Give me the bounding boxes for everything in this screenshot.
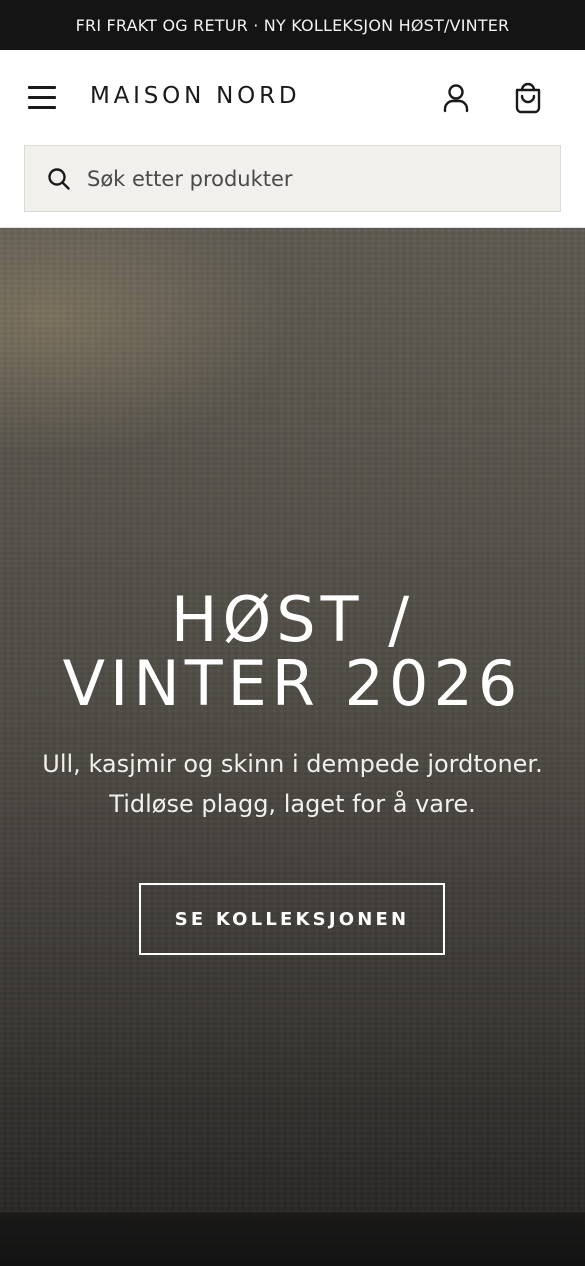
shopping-bag-icon (515, 82, 541, 114)
hero-subtitle-line-2: Tidløse plagg, laget for å vare. (109, 790, 476, 818)
hero-title-line-2: VINTER 2026 (62, 647, 523, 720)
account-button[interactable] (436, 78, 476, 118)
next-section-preview (0, 1212, 585, 1266)
hero-title: HØST / VINTER 2026 (0, 588, 585, 716)
hero-title-line-1: HØST / (170, 583, 415, 656)
hero-subtitle: Ull, kasjmir og skinn i dempede jordtone… (0, 744, 585, 824)
hamburger-line (28, 105, 56, 109)
user-icon (443, 84, 469, 113)
see-collection-button[interactable]: SE KOLLEKSJONEN (139, 883, 445, 955)
hero-banner: HØST / VINTER 2026 Ull, kasjmir og skinn… (0, 228, 585, 1212)
search-bar (24, 145, 561, 212)
cart-button[interactable] (508, 78, 548, 118)
page: FRI FRAKT OG RETUR · NY KOLLEKSJON HØST/… (0, 0, 585, 1266)
search-input[interactable] (87, 146, 560, 211)
menu-button[interactable] (28, 82, 62, 112)
announcement-text: FRI FRAKT OG RETUR · NY KOLLEKSJON HØST/… (75, 15, 510, 35)
hero-background-image (0, 228, 585, 1212)
hero-subtitle-line-1: Ull, kasjmir og skinn i dempede jordtone… (42, 750, 543, 778)
announcement-bar: FRI FRAKT OG RETUR · NY KOLLEKSJON HØST/… (0, 0, 585, 50)
hamburger-line (28, 95, 56, 99)
hamburger-menu-icon (28, 85, 56, 89)
search-icon[interactable] (47, 167, 71, 191)
brand-logo[interactable]: MAISON NORD (90, 83, 300, 109)
site-header: MAISON NORD (0, 50, 585, 228)
